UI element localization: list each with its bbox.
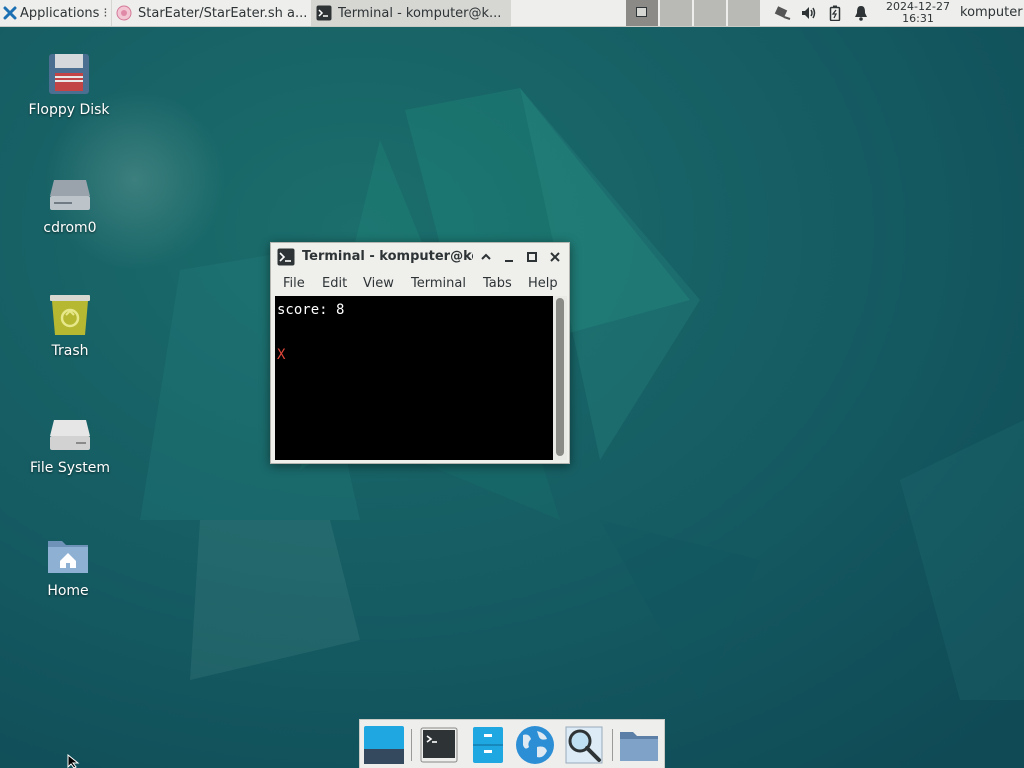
menu-grip-icon: ⁝ <box>103 5 108 21</box>
window-minimize-button[interactable] <box>500 248 518 266</box>
minimize-icon <box>505 260 513 262</box>
dock-terminal[interactable] <box>417 723 461 767</box>
score-text: score: 8 <box>277 302 345 318</box>
menu-file[interactable]: File <box>283 276 305 291</box>
file-manager-icon <box>473 727 503 763</box>
scrollbar-thumb[interactable] <box>556 298 564 456</box>
terminal-scrollbar[interactable] <box>553 296 567 460</box>
taskbar-button-terminal[interactable]: Terminal - komputer@k... <box>311 0 511 26</box>
desktop-icon-label: File System <box>29 460 111 476</box>
dock-separator <box>612 729 613 761</box>
terminal-small-icon <box>316 5 332 21</box>
desktop-icon-home[interactable]: Home <box>18 533 118 599</box>
taskbar-label-terminal: Terminal - komputer@k... <box>338 5 502 21</box>
applications-menu-button[interactable]: Applications ⁝ <box>0 0 110 26</box>
terminal-window-icon <box>277 248 295 266</box>
terminal-window[interactable]: Terminal - komputer@komputer File Edit V… <box>270 242 570 464</box>
network-icon[interactable] <box>770 0 796 26</box>
workspace-2-button[interactable] <box>659 0 692 26</box>
close-icon <box>550 252 560 262</box>
desktop-icon-trash[interactable]: Trash <box>20 293 120 359</box>
workspace-3-button[interactable] <box>693 0 726 26</box>
bottom-dock <box>359 719 665 768</box>
top-panel: Applications ⁝ StarEater/StarEater.sh a.… <box>0 0 1024 27</box>
workspace-window-preview <box>636 7 647 17</box>
folder-icon <box>620 732 658 761</box>
menu-view[interactable]: View <box>363 276 394 291</box>
desktop-icon-file-system[interactable]: File System <box>20 414 120 476</box>
user-menu[interactable]: komputer <box>960 0 1023 26</box>
maximize-icon <box>527 252 537 262</box>
taskbar-label-stareater: StarEater/StarEater.sh a... <box>138 5 308 21</box>
optical-drive-icon <box>50 180 90 210</box>
terminal-icon <box>420 727 458 763</box>
desktop-icon-label: Floppy Disk <box>28 102 110 118</box>
notification-bell-icon[interactable] <box>848 0 874 26</box>
window-maximize-button[interactable] <box>523 248 541 266</box>
battery-icon[interactable] <box>822 0 848 26</box>
mouse-cursor-icon <box>67 754 80 768</box>
desktop-icon-label: Home <box>47 583 89 599</box>
dock-show-desktop[interactable] <box>362 723 406 767</box>
desktop-icon-floppy-disk[interactable]: Floppy Disk <box>19 52 119 118</box>
panel-clock[interactable]: 2024-12-27 16:31 <box>880 1 956 25</box>
system-tray <box>770 0 874 26</box>
desktop-icon-cdrom0[interactable]: cdrom0 <box>20 174 120 236</box>
script-app-icon <box>116 5 132 21</box>
menu-terminal[interactable]: Terminal <box>411 276 466 291</box>
show-desktop-icon <box>364 726 404 764</box>
terminal-output[interactable]: score: 8 X <box>275 296 553 460</box>
volume-icon[interactable] <box>796 0 822 26</box>
workspace-4-button[interactable] <box>727 0 760 26</box>
menu-edit[interactable]: Edit <box>322 276 347 291</box>
menu-help[interactable]: Help <box>528 276 558 291</box>
dock-file-manager[interactable] <box>466 723 510 767</box>
dock-folder[interactable] <box>617 723 661 767</box>
trash-icon <box>50 295 90 335</box>
window-titlebar[interactable]: Terminal - komputer@komputer <box>271 243 569 271</box>
xfce-logo-icon <box>3 6 17 20</box>
hard-drive-icon <box>50 420 90 450</box>
home-folder-icon <box>48 541 88 573</box>
workspace-1-button[interactable] <box>625 0 658 26</box>
chevron-up-icon <box>481 253 491 260</box>
terminal-menubar: File Edit View Terminal Tabs Help <box>271 272 569 296</box>
window-close-button[interactable] <box>546 248 564 266</box>
dock-separator <box>411 729 412 761</box>
floppy-disk-icon <box>49 54 89 94</box>
app-finder-icon <box>565 726 603 764</box>
desktop-icon-label: cdrom0 <box>43 220 97 236</box>
window-title: Terminal - komputer@komputer <box>302 249 473 264</box>
desktop-icon-label: Trash <box>51 343 89 359</box>
web-browser-icon <box>516 726 554 764</box>
window-shade-button[interactable] <box>477 248 495 266</box>
game-star-glyph: X <box>277 347 286 363</box>
dock-web-browser[interactable] <box>513 723 557 767</box>
applications-menu-label: Applications <box>20 5 100 21</box>
dock-app-finder[interactable] <box>562 723 606 767</box>
clock-time: 16:31 <box>902 12 934 25</box>
menu-tabs[interactable]: Tabs <box>483 276 512 291</box>
taskbar-button-stareater[interactable]: StarEater/StarEater.sh a... <box>111 0 311 26</box>
